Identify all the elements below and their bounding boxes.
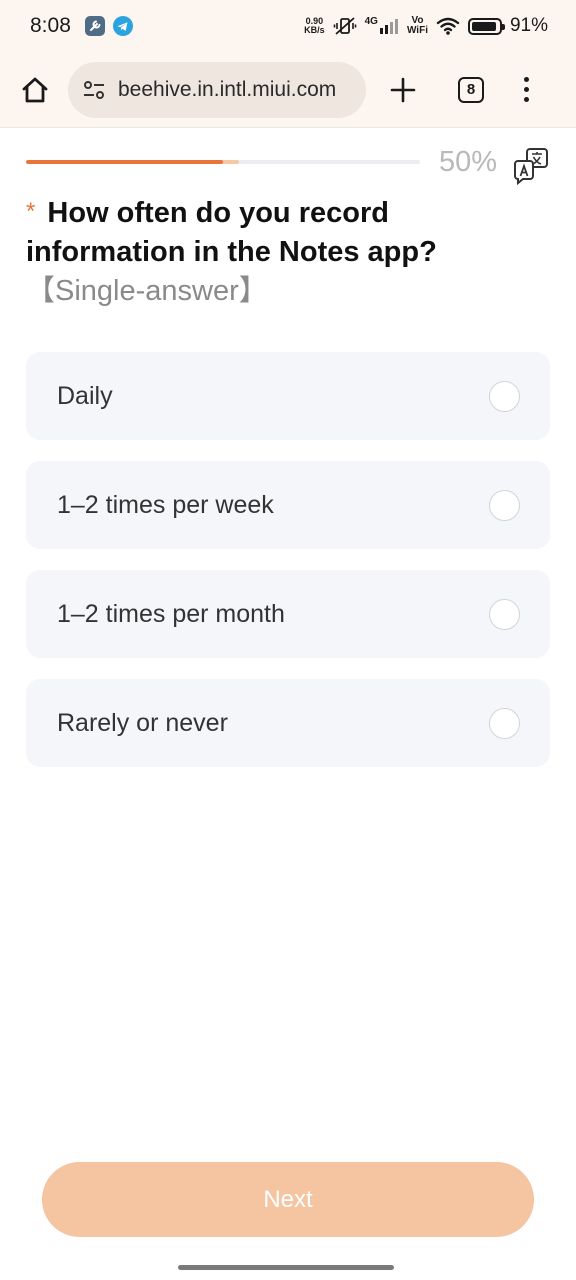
tab-count: 8 bbox=[466, 81, 476, 98]
option-daily[interactable]: Daily bbox=[26, 352, 550, 440]
home-indicator[interactable] bbox=[178, 1265, 394, 1270]
tabs-icon[interactable]: 8 bbox=[458, 76, 484, 103]
question-text: How often do you record information in t… bbox=[26, 197, 437, 268]
vowifi-bottom: WiFi bbox=[406, 25, 428, 36]
option-monthly[interactable]: 1–2 times per month bbox=[26, 570, 550, 658]
wifi-icon bbox=[436, 16, 460, 36]
radio-button[interactable] bbox=[489, 489, 520, 521]
more-menu-icon[interactable] bbox=[516, 73, 536, 107]
battery-percent: 91% bbox=[509, 15, 548, 36]
battery-icon bbox=[467, 17, 505, 35]
radio-button[interactable] bbox=[489, 707, 520, 739]
status-indicators: 0.90 KB/s 4G Vo WiFi 91% bbox=[304, 15, 548, 37]
progress-percent: 50% bbox=[439, 146, 498, 178]
plus-icon bbox=[390, 77, 416, 102]
status-time: 8:08 bbox=[30, 14, 71, 37]
option-label: 1–2 times per month bbox=[57, 599, 285, 628]
progress-bar bbox=[26, 160, 420, 164]
translate-icon[interactable] bbox=[512, 146, 552, 186]
address-bar[interactable]: beehive.in.intl.miui.com bbox=[68, 61, 366, 118]
radio-button[interactable] bbox=[489, 598, 520, 630]
option-label: Rarely or never bbox=[57, 708, 228, 737]
next-button[interactable]: Next bbox=[42, 1162, 534, 1237]
radio-button[interactable] bbox=[489, 380, 520, 412]
telegram-icon bbox=[112, 16, 133, 36]
status-bar: 8:08 0.90 KB/s 4G Vo WiFi 91% bbox=[0, 0, 576, 52]
option-label: 1–2 times per week bbox=[57, 490, 274, 519]
option-weekly[interactable]: 1–2 times per week bbox=[26, 461, 550, 549]
home-icon bbox=[22, 77, 48, 102]
network-type: 4G bbox=[364, 16, 378, 27]
question-title: * How often do you record information in… bbox=[26, 194, 496, 311]
option-label: Daily bbox=[57, 381, 113, 410]
survey-progress: 50% bbox=[26, 140, 556, 190]
new-tab-button[interactable] bbox=[386, 73, 420, 107]
url-text: beehive.in.intl.miui.com bbox=[118, 77, 337, 101]
net-speed-unit: KB/s bbox=[304, 25, 325, 35]
option-rarely[interactable]: Rarely or never bbox=[26, 679, 550, 767]
progress-fill bbox=[26, 160, 223, 164]
browser-toolbar: beehive.in.intl.miui.com 8 bbox=[0, 52, 576, 128]
signal-icon: 4G bbox=[365, 17, 399, 35]
tools-app-icon bbox=[84, 16, 105, 36]
home-button[interactable] bbox=[18, 73, 52, 107]
site-settings-icon[interactable] bbox=[82, 78, 106, 102]
required-mark: * bbox=[26, 198, 36, 225]
mute-vibrate-icon bbox=[333, 16, 357, 36]
question-type-label: 【Single-answer】 bbox=[26, 275, 268, 307]
battery-fill bbox=[471, 21, 496, 31]
net-speed: 0.90 KB/s bbox=[304, 17, 325, 35]
answer-options: Daily 1–2 times per week 1–2 times per m… bbox=[26, 352, 550, 788]
vowifi-label: Vo WiFi bbox=[407, 16, 428, 36]
